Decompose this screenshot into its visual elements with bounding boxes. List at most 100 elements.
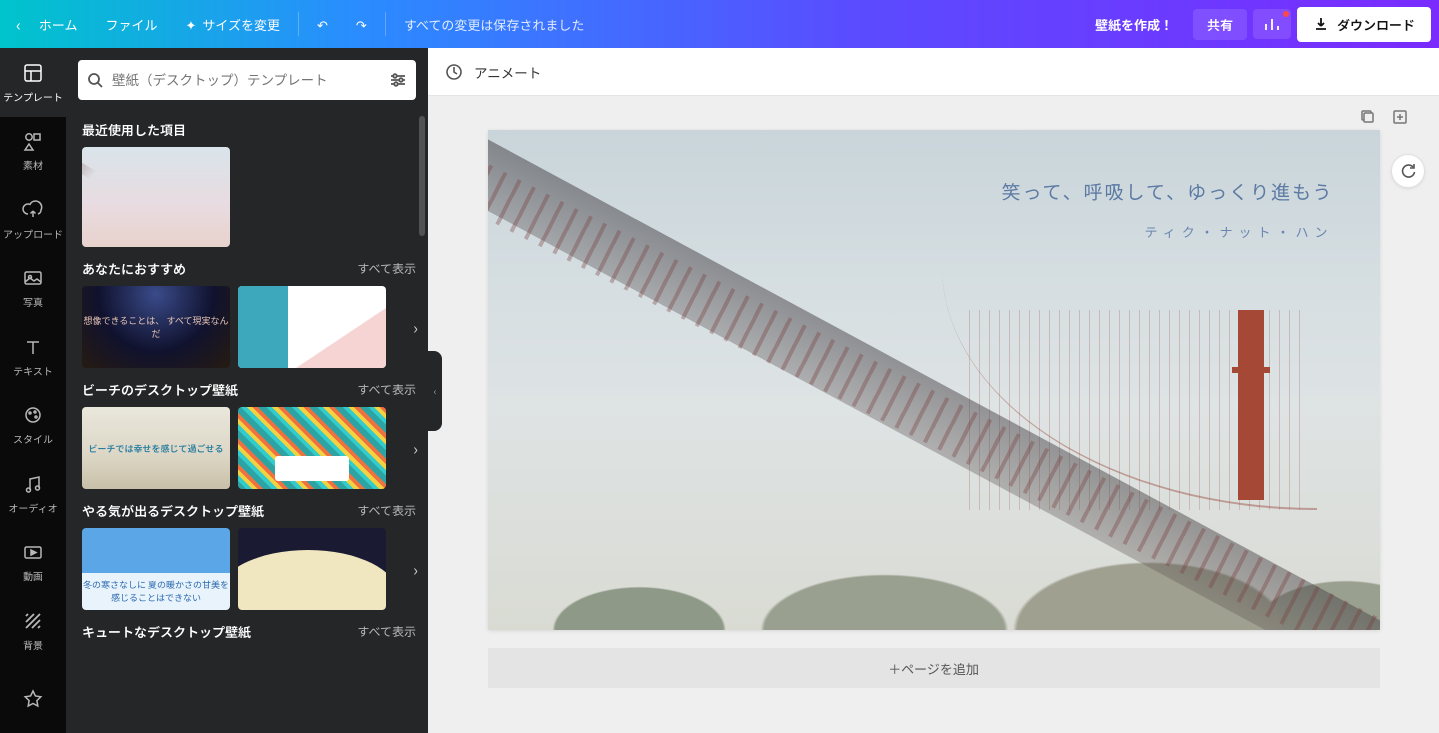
- templates-panel: 最近使用した項目 あなたにおすすめ すべて表示 想像できることは、 すべて現実な…: [66, 48, 428, 733]
- back-button[interactable]: ‹: [8, 0, 25, 48]
- undo-icon: ↶: [317, 15, 328, 34]
- section-title: ビーチのデスクトップ壁紙: [82, 380, 238, 399]
- see-all-button[interactable]: すべて表示: [357, 502, 416, 519]
- download-label: ダウンロード: [1337, 15, 1415, 34]
- row-next-button[interactable]: ›: [409, 553, 422, 585]
- see-all-button[interactable]: すべて表示: [357, 381, 416, 398]
- filter-icon[interactable]: [388, 70, 408, 90]
- animate-icon: [444, 62, 464, 82]
- styles-icon: [21, 403, 45, 427]
- animate-button[interactable]: アニメート: [474, 62, 541, 82]
- panel-scroll: 最近使用した項目 あなたにおすすめ すべて表示 想像できることは、 すべて現実な…: [66, 112, 428, 733]
- rail-label: アップロード: [3, 226, 63, 241]
- rail-label: 動画: [23, 568, 43, 583]
- top-bar: ‹ ホーム ファイル ✦ サイズを変更 ↶ ↷ すべての変更は保存されました 壁…: [0, 0, 1439, 48]
- rail-label: スタイル: [13, 431, 53, 446]
- template-thumb[interactable]: 冬の寒さなしに 夏の暖かさの甘美を 感じることはできない: [82, 528, 230, 610]
- row-next-button[interactable]: ›: [409, 432, 422, 464]
- save-status: すべての変更は保存されました: [390, 15, 599, 34]
- background-icon: [21, 609, 45, 633]
- rail-label: オーディオ: [8, 500, 57, 515]
- redo-icon: ↷: [356, 15, 367, 34]
- canvas-area: アニメート 笑って、呼吸して、ゆっくり進もう ティク・ナット・ハン: [428, 48, 1439, 733]
- rail-uploads[interactable]: アップロード: [0, 185, 66, 254]
- quote-text[interactable]: 笑って、呼吸して、ゆっくり進もう: [1001, 178, 1333, 205]
- refresh-fab[interactable]: [1391, 154, 1425, 188]
- rail-label: 写真: [23, 294, 43, 309]
- main: テンプレート 素材 アップロード 写真 テキスト スタイル オーディオ 動画: [0, 48, 1439, 733]
- resize-label: サイズを変更: [202, 15, 280, 34]
- template-thumb[interactable]: [238, 407, 386, 489]
- context-toolbar: アニメート: [428, 48, 1439, 96]
- rail-label: 背景: [23, 637, 43, 652]
- author-text[interactable]: ティク・ナット・ハン: [1145, 222, 1334, 241]
- row-next-button[interactable]: ›: [409, 311, 422, 343]
- video-icon: [21, 540, 45, 564]
- search-icon: [86, 71, 104, 89]
- add-page-icon-button[interactable]: [1391, 108, 1409, 126]
- design-page[interactable]: 笑って、呼吸して、ゆっくり進もう ティク・ナット・ハン: [488, 130, 1380, 630]
- section-motivate: やる気が出るデスクトップ壁紙 すべて表示 冬の寒さなしに 夏の暖かさの甘美を 感…: [70, 493, 428, 614]
- rail-label: テキスト: [13, 363, 53, 378]
- create-wallpaper-button[interactable]: 壁紙を作成！: [1081, 9, 1187, 40]
- section-title: やる気が出るデスクトップ壁紙: [82, 501, 264, 520]
- rail-video[interactable]: 動画: [0, 528, 66, 597]
- search-box[interactable]: [78, 60, 416, 100]
- separator: [385, 12, 386, 36]
- upload-icon: [21, 198, 45, 222]
- add-page-button[interactable]: ＋ページを追加: [488, 648, 1380, 688]
- search-input[interactable]: [112, 73, 380, 88]
- star-icon: [21, 687, 45, 711]
- see-all-button[interactable]: すべて表示: [357, 623, 416, 640]
- elements-icon: [21, 129, 45, 153]
- template-thumb[interactable]: [238, 286, 386, 368]
- separator: [298, 12, 299, 36]
- section-title: キュートなデスクトップ壁紙: [82, 622, 251, 641]
- magic-icon: ✦: [185, 15, 196, 34]
- rail-label: 素材: [23, 157, 43, 172]
- section-recent: 最近使用した項目: [70, 112, 428, 251]
- topbar-left: ‹ ホーム ファイル ✦ サイズを変更 ↶ ↷ すべての変更は保存されました: [8, 0, 598, 48]
- photos-icon: [21, 266, 45, 290]
- bridge-photo: [488, 130, 1380, 630]
- stage: 笑って、呼吸して、ゆっくり進もう ティク・ナット・ハン ＋ページを追加: [428, 96, 1439, 733]
- download-button[interactable]: ダウンロード: [1297, 7, 1431, 42]
- side-rail: テンプレート 素材 アップロード 写真 テキスト スタイル オーディオ 動画: [0, 48, 66, 733]
- file-menu[interactable]: ファイル: [91, 0, 171, 48]
- undo-button[interactable]: ↶: [303, 0, 342, 48]
- share-button[interactable]: 共有: [1193, 9, 1247, 40]
- rail-styles[interactable]: スタイル: [0, 391, 66, 460]
- notification-dot: [1283, 11, 1289, 17]
- rail-background[interactable]: 背景: [0, 596, 66, 665]
- panel-scrollbar[interactable]: [419, 116, 425, 236]
- rail-templates[interactable]: テンプレート: [0, 48, 66, 117]
- rail-text[interactable]: テキスト: [0, 322, 66, 391]
- template-thumb[interactable]: 想像できることは、 すべて現実なんだ: [82, 286, 230, 368]
- duplicate-page-button[interactable]: [1359, 108, 1377, 126]
- template-thumb[interactable]: [82, 147, 230, 247]
- chart-icon: [1263, 15, 1281, 33]
- see-all-button[interactable]: すべて表示: [357, 260, 416, 277]
- rail-label: テンプレート: [3, 89, 63, 104]
- redo-button[interactable]: ↷: [342, 0, 381, 48]
- download-icon: [1313, 16, 1329, 32]
- section-title: あなたにおすすめ: [82, 259, 186, 278]
- section-beach: ビーチのデスクトップ壁紙 すべて表示 ビーチでは幸せを感じて過ごせる ›: [70, 372, 428, 493]
- insights-button[interactable]: [1253, 9, 1291, 39]
- rail-more[interactable]: [0, 665, 66, 733]
- home-button[interactable]: ホーム: [25, 0, 92, 48]
- section-cute: キュートなデスクトップ壁紙 すべて表示: [70, 614, 428, 653]
- resize-menu[interactable]: ✦ サイズを変更: [171, 0, 294, 48]
- text-icon: [21, 335, 45, 359]
- page-tools: [1359, 108, 1409, 126]
- section-recommended: あなたにおすすめ すべて表示 想像できることは、 すべて現実なんだ ›: [70, 251, 428, 372]
- templates-icon: [21, 61, 45, 85]
- audio-icon: [21, 472, 45, 496]
- rail-photos[interactable]: 写真: [0, 254, 66, 323]
- template-thumb[interactable]: ビーチでは幸せを感じて過ごせる: [82, 407, 230, 489]
- search-wrap: [66, 48, 428, 112]
- template-thumb[interactable]: [238, 528, 386, 610]
- rail-audio[interactable]: オーディオ: [0, 459, 66, 528]
- topbar-right: 壁紙を作成！ 共有 ダウンロード: [1081, 7, 1431, 42]
- rail-elements[interactable]: 素材: [0, 117, 66, 186]
